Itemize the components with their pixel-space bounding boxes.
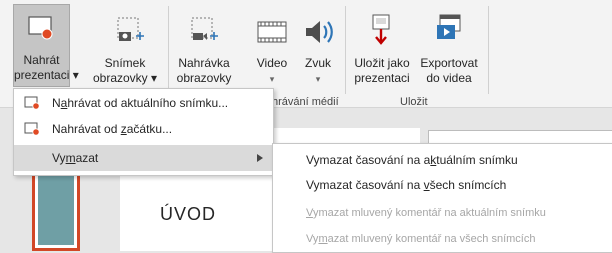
export-video-icon — [437, 14, 461, 39]
video-button[interactable]: Video ▾ — [252, 4, 292, 84]
audio-button[interactable]: Zvuk ▾ — [296, 4, 340, 84]
record-dropdown-menu: Nahrávat od aktuálního snímku... Nahráva… — [13, 88, 274, 176]
save-as-show-label: Uložit jako — [354, 56, 410, 70]
submenu-arrow-icon — [257, 154, 263, 162]
screen-recording-label-2: obrazovky — [176, 71, 232, 85]
record-presentation-button[interactable]: Nahrát prezentaci ▾ — [13, 4, 79, 87]
save-as-show-button[interactable]: Uložit jako prezentaci — [352, 4, 412, 85]
menu-item-label: Nahrávat od začátku... — [52, 122, 173, 136]
group-label-media: hrávání médií — [272, 96, 339, 108]
video-label: Video — [256, 56, 288, 70]
export-to-video-button[interactable]: Exportovat do videa — [414, 4, 484, 85]
audio-label: Zvuk — [304, 56, 331, 70]
clear-submenu: Vymazat časování na aktuálním snímku Vym… — [272, 143, 612, 253]
screenshot-label-2: obrazovky ▾ — [92, 71, 158, 85]
record-presentation-label-2: prezentaci ▾ — [14, 68, 79, 82]
screenshot-button[interactable]: Snímek obrazovky ▾ — [88, 4, 162, 85]
screen-recording-icon — [191, 17, 218, 40]
submenu-item-clear-timing-current[interactable]: Vymazat časování na aktuálním snímku — [306, 153, 518, 167]
video-dropdown-arrow: ▾ — [269, 74, 275, 84]
ribbon-separator — [488, 6, 489, 94]
submenu-item-clear-narration-all: Vymazat mluvený komentář na všech snímcí… — [306, 233, 536, 245]
menu-item-record-from-beginning[interactable]: Nahrávat od začátku... — [14, 117, 273, 141]
record-slideshow-icon — [28, 16, 53, 40]
group-label-save: Uložit — [400, 96, 428, 108]
menu-item-label: Nahrávat od aktuálního snímku... — [52, 96, 229, 110]
speaker-icon — [306, 21, 333, 43]
menu-item-record-from-current[interactable]: Nahrávat od aktuálního snímku... — [14, 91, 273, 115]
save-show-icon — [372, 14, 390, 45]
ribbon-separator — [345, 6, 346, 94]
record-presentation-label: Nahrát — [23, 53, 60, 67]
menu-item-clear[interactable]: Vymazat — [14, 145, 273, 171]
audio-dropdown-arrow: ▾ — [315, 74, 321, 84]
screenshot-icon — [117, 17, 144, 41]
film-icon — [257, 21, 287, 43]
save-as-show-label-2: prezentaci — [354, 71, 410, 85]
slide-title: ÚVOD — [160, 204, 217, 224]
screen-recording-button[interactable]: Nahrávka obrazovky — [172, 4, 236, 85]
submenu-item-clear-narration-current: Vymazat mluvený komentář na aktuálním sn… — [306, 207, 546, 219]
export-video-label: Exportovat — [420, 56, 478, 70]
screenshot-label: Snímek — [104, 56, 146, 70]
record-from-current-icon — [24, 96, 40, 110]
ribbon-separator — [168, 6, 169, 94]
submenu-item-clear-timing-all[interactable]: Vymazat časování na všech snímcích — [306, 178, 506, 192]
export-video-label-2: do videa — [426, 71, 472, 85]
record-from-beginning-icon — [24, 122, 40, 136]
screen-recording-label: Nahrávka — [178, 56, 230, 70]
menu-item-label: Vymazat — [52, 151, 99, 165]
